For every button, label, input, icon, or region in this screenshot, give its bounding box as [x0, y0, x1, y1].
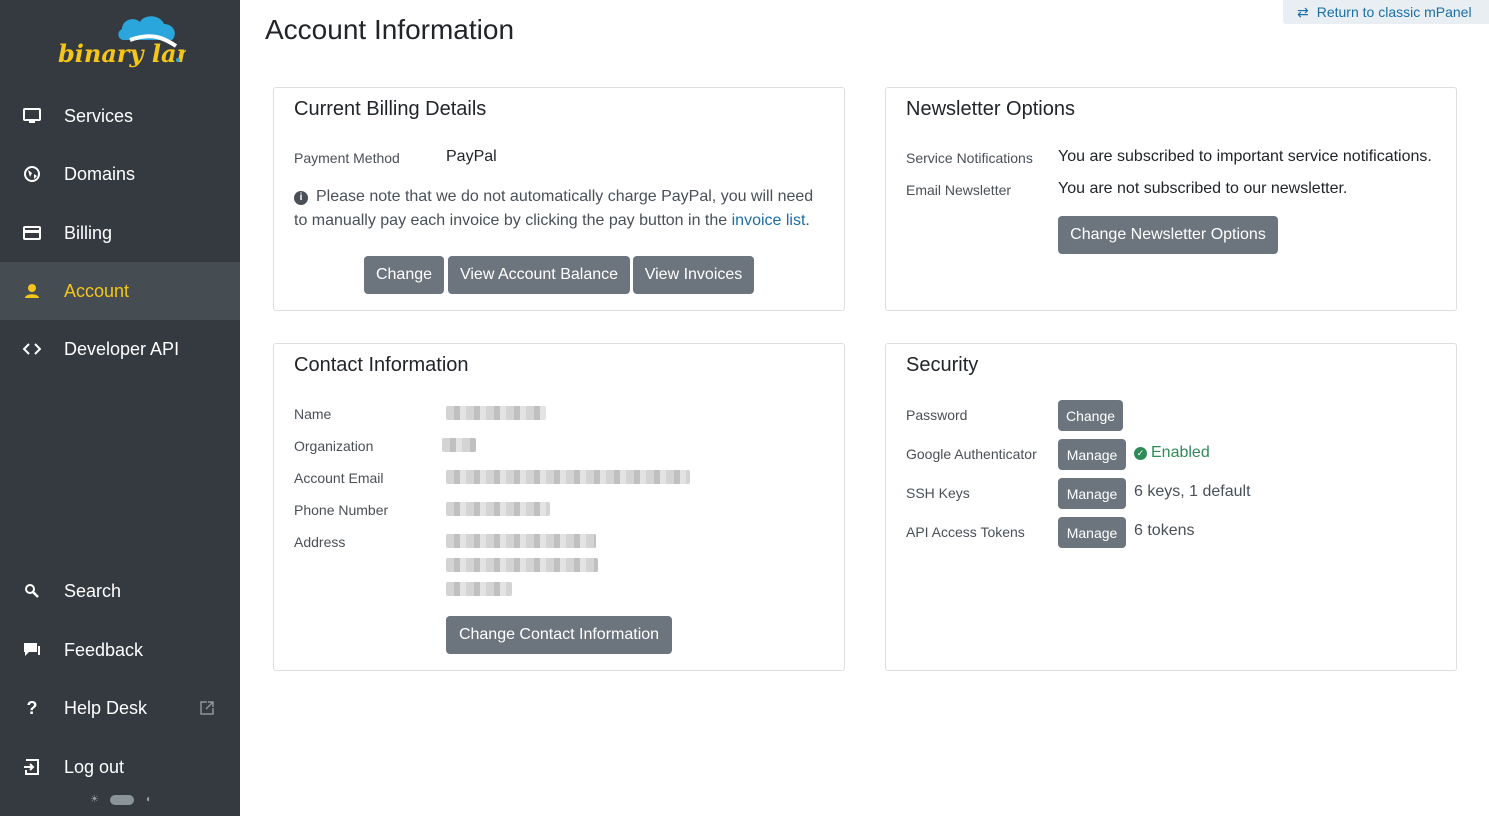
address-line1-redacted [446, 534, 596, 548]
account-email-label: Account Email [294, 470, 384, 486]
monitor-icon [22, 106, 42, 126]
account-email-value-redacted [446, 470, 690, 484]
external-link-icon [199, 700, 215, 716]
sidebar-item-services[interactable]: Services [0, 87, 240, 145]
return-to-classic-link[interactable]: ⇄ Return to classic mPanel [1283, 0, 1489, 24]
view-account-balance-button[interactable]: View Account Balance [448, 256, 630, 294]
sidebar-item-label: Billing [64, 222, 113, 243]
security-card-title: Security [906, 354, 979, 376]
info-icon: i [294, 191, 308, 205]
name-value-redacted [446, 406, 546, 420]
credit-card-icon [22, 223, 42, 243]
newsletter-card: Newsletter Options Service Notifications… [885, 87, 1457, 311]
billing-card-title: Current Billing Details [294, 98, 487, 120]
change-contact-information-button[interactable]: Change Contact Information [446, 616, 672, 654]
question-icon: ? [26, 697, 38, 718]
api-access-tokens-label: API Access Tokens [906, 524, 1025, 540]
sidebar-item-developer-api[interactable]: Developer API [0, 320, 240, 378]
api-access-tokens-status: 6 tokens [1134, 522, 1195, 539]
change-billing-button[interactable]: Change [364, 256, 444, 294]
phone-number-label: Phone Number [294, 502, 389, 518]
email-newsletter-value: You are not subscribed to our newsletter… [1058, 180, 1348, 197]
change-newsletter-options-button[interactable]: Change Newsletter Options [1058, 216, 1278, 254]
manage-google-authenticator-button[interactable]: Manage [1058, 439, 1126, 470]
contact-card: Contact Information Name Organization Ac… [273, 343, 845, 671]
sidebar-item-label: Search [64, 580, 122, 601]
sidebar-item-account[interactable]: Account [0, 262, 240, 320]
sidebar-item-label: Feedback [64, 639, 144, 660]
user-icon [22, 281, 42, 301]
binary-lane-logo[interactable]: binary lane [56, 10, 209, 74]
sidebar-item-help-desk[interactable]: ? Help Desk [0, 679, 240, 737]
phone-number-value-redacted [446, 502, 550, 516]
manage-api-access-tokens-button[interactable]: Manage [1058, 517, 1126, 548]
theme-toggle[interactable]: ☀ ◐ [90, 792, 152, 808]
paypal-note: i Please note that we do not automaticall… [294, 185, 824, 233]
contact-card-title: Contact Information [294, 354, 469, 376]
swap-arrows-icon: ⇄ [1297, 3, 1309, 20]
theme-switch[interactable] [110, 795, 135, 805]
invoice-list-link[interactable]: invoice list [732, 212, 806, 229]
google-authenticator-status: ✓ Enabled [1134, 444, 1210, 462]
google-authenticator-status-text: Enabled [1151, 444, 1210, 461]
organization-value-redacted [442, 438, 476, 452]
feedback-icon [22, 640, 42, 660]
manage-ssh-keys-button[interactable]: Manage [1058, 478, 1126, 509]
search-icon [22, 581, 42, 601]
newsletter-card-title: Newsletter Options [906, 98, 1075, 120]
sidebar-item-log-out[interactable]: Log out [0, 738, 240, 796]
payment-method-label: Payment Method [294, 150, 400, 166]
sidebar-item-feedback[interactable]: Feedback [0, 621, 240, 679]
sidebar-item-label: Help Desk [64, 697, 148, 718]
sidebar-item-label: Domains [64, 163, 136, 184]
sidebar-item-billing[interactable]: Billing [0, 204, 240, 262]
name-label: Name [294, 406, 332, 422]
return-to-classic-label: Return to classic mPanel [1316, 4, 1472, 20]
logout-icon [22, 757, 42, 777]
contrast-icon: ◐ [145, 794, 152, 805]
service-notifications-label: Service Notifications [906, 150, 1033, 166]
sidebar-item-label: Services [64, 105, 134, 126]
svg-text:binary lane: binary lane [58, 39, 186, 68]
security-card: Security Password Change Google Authenti… [885, 343, 1457, 671]
payment-method-value: PayPal [446, 148, 497, 165]
password-label: Password [906, 407, 968, 423]
change-password-button[interactable]: Change [1058, 400, 1123, 431]
sidebar-item-search[interactable]: Search [0, 562, 240, 620]
sidebar-item-label: Developer API [64, 338, 180, 359]
sun-icon: ☀ [90, 794, 99, 805]
billing-card: Current Billing Details Payment Method P… [273, 87, 845, 311]
ssh-keys-status: 6 keys, 1 default [1134, 483, 1251, 500]
page-title: Account Information [265, 14, 515, 45]
check-circle-icon: ✓ [1134, 446, 1147, 460]
address-line3-redacted [446, 582, 512, 596]
sidebar: binary lane Services Domains Billing Acc… [0, 0, 240, 816]
sidebar-item-domains[interactable]: Domains [0, 145, 240, 203]
service-notifications-value: You are subscribed to important service … [1058, 148, 1432, 165]
globe-icon [22, 164, 42, 184]
google-authenticator-label: Google Authenticator [906, 446, 1037, 462]
ssh-keys-label: SSH Keys [906, 485, 970, 501]
note-end: . [805, 212, 810, 229]
sidebar-item-label: Account [64, 280, 130, 301]
organization-label: Organization [294, 438, 374, 454]
sidebar-item-label: Log out [64, 756, 125, 777]
view-invoices-button[interactable]: View Invoices [633, 256, 754, 294]
address-line2-redacted [446, 558, 598, 572]
address-label: Address [294, 534, 346, 550]
email-newsletter-label: Email Newsletter [906, 182, 1012, 198]
code-icon [22, 339, 42, 359]
